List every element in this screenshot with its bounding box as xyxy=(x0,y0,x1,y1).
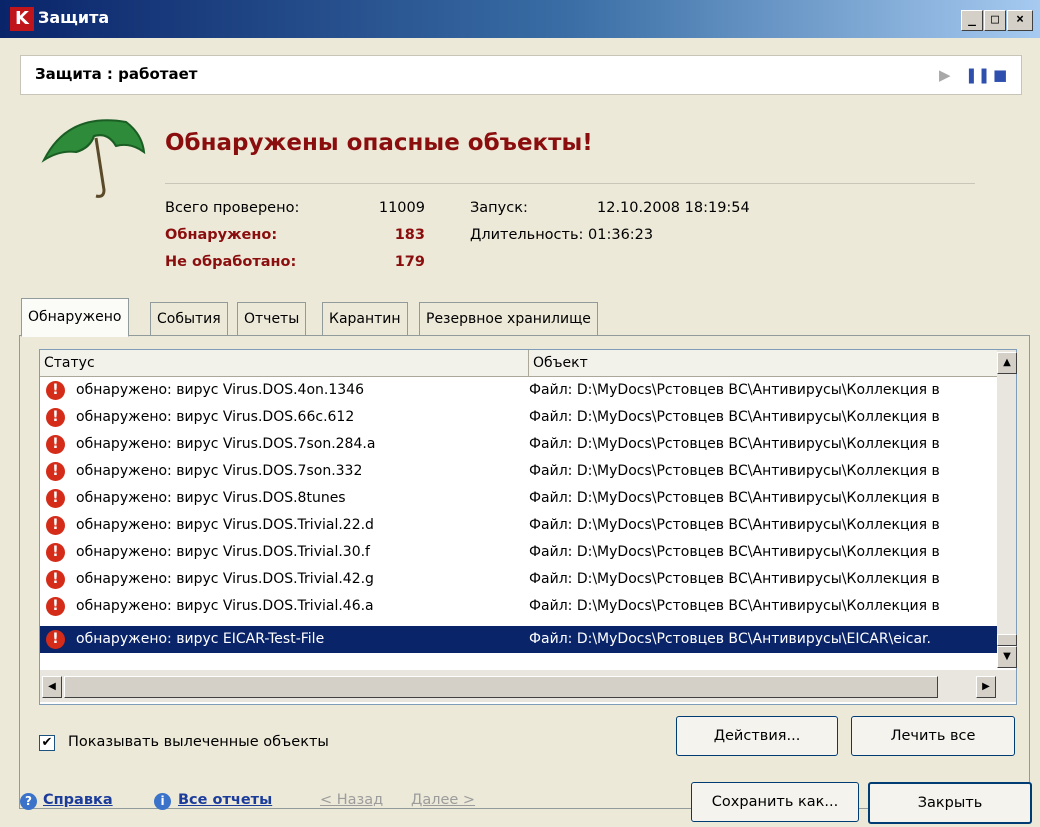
row-status: обнаружено: вирус EICAR-Test-File xyxy=(76,631,325,647)
scroll-left-icon[interactable]: ◀ xyxy=(42,676,62,698)
alert-icon: ! xyxy=(46,630,65,649)
table-row[interactable]: ! обнаружено: вирус Virus.DOS.Trivial.30.… xyxy=(40,539,1016,566)
unprocessed-label: Не обработано: xyxy=(165,254,297,270)
row-status: обнаружено: вирус Virus.DOS.Trivial.42.g xyxy=(76,571,374,587)
tab-events[interactable]: События xyxy=(150,302,228,336)
found-value: 183 xyxy=(394,227,425,243)
protection-status-bar: Защита : работает ▶ ❚❚ ■ xyxy=(20,55,1022,95)
scroll-right-icon[interactable]: ▶ xyxy=(976,676,996,698)
table-row[interactable]: ! обнаружено: вирус Virus.DOS.Trivial.22.… xyxy=(40,512,1016,539)
row-object: Файл: D:\MyDocs\Рстовцев ВС\Антивирусы\К… xyxy=(529,436,940,452)
row-status: обнаружено: вирус Virus.DOS.Trivial.30.f xyxy=(76,544,370,560)
actions-button[interactable]: Действия... xyxy=(676,716,838,756)
close-button[interactable]: Закрыть xyxy=(868,782,1032,824)
detected-objects-list[interactable]: Статус Объект ! обнаружено: вирус Virus.D… xyxy=(39,349,1017,705)
row-status: обнаружено: вирус Virus.DOS.4on.1346 xyxy=(76,382,364,398)
row-status: обнаружено: вирус Virus.DOS.7son.332 xyxy=(76,463,363,479)
alert-icon: ! xyxy=(46,462,65,481)
close-icon[interactable]: × xyxy=(1007,10,1033,31)
start-value: 12.10.2008 18:19:54 xyxy=(597,200,750,216)
stop-icon[interactable]: ■ xyxy=(993,66,1007,84)
info-icon[interactable]: i xyxy=(154,793,171,810)
table-row[interactable]: ! обнаружено: вирус Virus.DOS.4on.1346 Фай… xyxy=(40,377,1016,404)
total-checked-value: 11009 xyxy=(378,200,425,216)
row-status: обнаружено: вирус Virus.DOS.7son.284.a xyxy=(76,436,376,452)
table-row[interactable]: ! обнаружено: вирус Virus.DOS.Trivial.46.… xyxy=(40,593,1016,620)
cure-all-button[interactable]: Лечить все xyxy=(851,716,1015,756)
pause-icon[interactable]: ❚❚ xyxy=(965,66,990,84)
row-object: Файл: D:\MyDocs\Рстовцев ВС\Антивирусы\К… xyxy=(529,517,940,533)
vertical-scrollbar[interactable]: ▲ ▼ xyxy=(997,350,1017,668)
tab-detected[interactable]: Обнаружено xyxy=(21,298,129,337)
column-header-object[interactable]: Объект xyxy=(529,350,1003,377)
play-icon[interactable]: ▶ xyxy=(939,66,951,84)
tab-backup[interactable]: Резервное хранилище xyxy=(419,302,598,336)
alert-icon: ! xyxy=(46,435,65,454)
row-object: Файл: D:\MyDocs\Рстовцев ВС\Антивирусы\E… xyxy=(529,631,931,647)
table-row[interactable]: ! обнаружено: вирус Virus.DOS.66c.612 Файл… xyxy=(40,404,1016,431)
alert-heading: Обнаружены опасные объекты! xyxy=(165,130,593,156)
column-header-status[interactable]: Статус xyxy=(40,350,529,377)
table-row[interactable]: ! обнаружено: вирус Virus.DOS.Trivial.42.… xyxy=(40,566,1016,593)
table-row[interactable]: ! обнаружено: вирус Virus.DOS.7son.332 Фай… xyxy=(40,458,1016,485)
table-row[interactable]: ! обнаружено: вирус Virus.DOS.8tunes Файл:… xyxy=(40,485,1016,512)
scroll-thumb[interactable] xyxy=(997,634,1017,646)
alert-icon: ! xyxy=(46,570,65,589)
tab-reports[interactable]: Отчеты xyxy=(237,302,307,336)
window-title: Защита xyxy=(38,8,110,27)
row-object: Файл: D:\MyDocs\Рстовцев ВС\Антивирусы\К… xyxy=(529,382,940,398)
horizontal-scrollbar[interactable]: ◀ ▶ xyxy=(40,670,1016,702)
umbrella-icon xyxy=(41,119,146,198)
protection-status-text: Защита : работает xyxy=(35,65,198,83)
next-link[interactable]: Далее > xyxy=(411,792,475,808)
alert-icon: ! xyxy=(46,543,65,562)
maximize-icon[interactable]: □ xyxy=(984,10,1006,31)
row-object: Файл: D:\MyDocs\Рстовцев ВС\Антивирусы\К… xyxy=(529,598,940,614)
unprocessed-value: 179 xyxy=(394,254,425,270)
help-link[interactable]: Справка xyxy=(43,792,113,808)
alert-icon: ! xyxy=(46,489,65,508)
alert-icon: ! xyxy=(46,381,65,400)
scroll-thumb-horizontal[interactable] xyxy=(64,676,938,698)
row-status: обнаружено: вирус Virus.DOS.Trivial.22.d xyxy=(76,517,374,533)
start-label: Запуск: xyxy=(470,200,528,216)
row-object: Файл: D:\MyDocs\Рстовцев ВС\Антивирусы\К… xyxy=(529,544,940,560)
table-row-selected[interactable]: ! обнаружено: вирус EICAR-Test-File Файл: … xyxy=(40,626,1016,653)
alert-icon: ! xyxy=(46,516,65,535)
tab-quarantine[interactable]: Карантин xyxy=(322,302,408,336)
title-bar[interactable]: K Защита _ □ × xyxy=(0,0,1040,38)
scroll-down-icon[interactable]: ▼ xyxy=(997,646,1017,668)
kaspersky-logo-icon: K xyxy=(10,7,34,31)
row-status: обнаружено: вирус Virus.DOS.8tunes xyxy=(76,490,346,506)
scroll-up-icon[interactable]: ▲ xyxy=(997,352,1017,374)
alert-icon: ! xyxy=(46,408,65,427)
divider xyxy=(165,183,975,184)
help-icon[interactable]: ? xyxy=(20,793,37,810)
row-status: обнаружено: вирус Virus.DOS.66c.612 xyxy=(76,409,355,425)
all-reports-link[interactable]: Все отчеты xyxy=(178,792,272,808)
row-object: Файл: D:\MyDocs\Рстовцев ВС\Антивирусы\К… xyxy=(529,490,940,506)
back-link[interactable]: < Назад xyxy=(320,792,383,808)
minimize-icon[interactable]: _ xyxy=(961,10,983,31)
show-cured-checkbox[interactable]: ✔ xyxy=(39,735,55,751)
row-status: обнаружено: вирус Virus.DOS.Trivial.46.a xyxy=(76,598,374,614)
save-as-button[interactable]: Сохранить как... xyxy=(691,782,859,822)
found-label: Обнаружено: xyxy=(165,227,278,243)
show-cured-label: Показывать вылеченные объекты xyxy=(68,734,329,750)
alert-icon: ! xyxy=(46,597,65,616)
duration-text: Длительность: 01:36:23 xyxy=(470,227,654,243)
table-row[interactable]: ! обнаружено: вирус Virus.DOS.7son.284.a Ф… xyxy=(40,431,1016,458)
row-object: Файл: D:\MyDocs\Рстовцев ВС\Антивирусы\К… xyxy=(529,409,940,425)
row-object: Файл: D:\MyDocs\Рстовцев ВС\Антивирусы\К… xyxy=(529,463,940,479)
total-checked-label: Всего проверено: xyxy=(165,200,300,216)
row-object: Файл: D:\MyDocs\Рстовцев ВС\Антивирусы\К… xyxy=(529,571,940,587)
